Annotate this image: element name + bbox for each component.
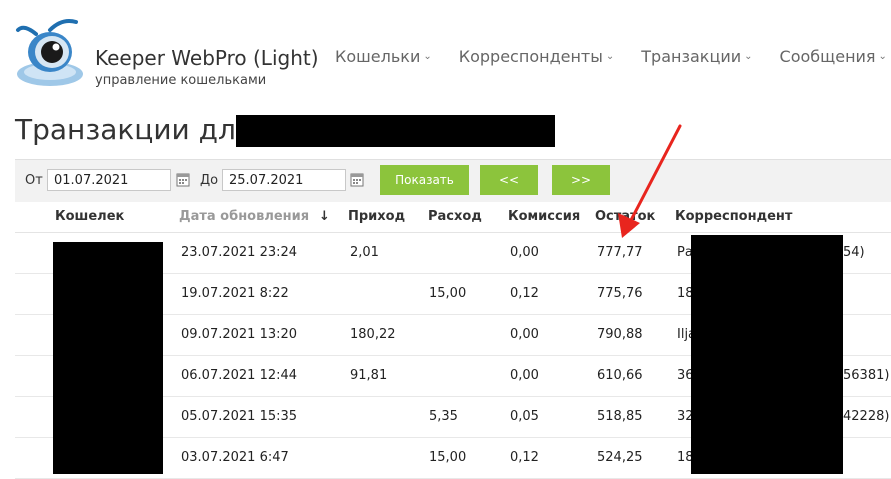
nav-transactions[interactable]: Транзакции ⌄: [641, 47, 752, 66]
cell-balance: 524,25: [597, 450, 643, 465]
prev-period-button[interactable]: <<: [480, 165, 538, 195]
cell-date: 05.07.2021 15:35: [181, 409, 298, 424]
cell-correspondent-suffix: 56381): [843, 368, 890, 383]
redacted-wallet-name: [236, 115, 555, 147]
calendar-icon[interactable]: [350, 172, 364, 187]
app-title[interactable]: Keeper WebPro (Light): [95, 46, 319, 70]
filter-bar: От 01.07.2021 До 25.07.2021 Показать << …: [15, 159, 891, 202]
cell-fee: 0,00: [510, 327, 539, 342]
redacted-wallet-column: [53, 242, 163, 474]
col-correspondent[interactable]: Корреспондент: [675, 209, 792, 224]
keeper-logo-icon: [16, 19, 83, 86]
nav-messages[interactable]: Сообщения ⌄: [780, 47, 887, 66]
to-date-input[interactable]: 25.07.2021: [222, 169, 346, 191]
chevron-down-icon: ⌄: [744, 51, 753, 62]
cell-date: 03.07.2021 6:47: [181, 450, 289, 465]
cell-date: 09.07.2021 13:20: [181, 327, 298, 342]
cell-date: 23.07.2021 23:24: [181, 245, 298, 260]
cell-fee: 0,00: [510, 245, 539, 260]
cell-balance: 790,88: [597, 327, 643, 342]
cell-fee: 0,00: [510, 368, 539, 383]
nav-correspondents[interactable]: Корреспонденты ⌄: [459, 47, 615, 66]
chevron-down-icon: ⌄: [423, 51, 432, 62]
chevron-down-icon: ⌄: [605, 51, 615, 62]
next-period-button[interactable]: >>: [552, 165, 610, 195]
from-date-input[interactable]: 01.07.2021: [47, 169, 171, 191]
cell-fee: 0,05: [510, 409, 539, 424]
nav-wallets[interactable]: Кошельки ⌄: [335, 47, 432, 66]
main-nav: Кошельки ⌄ Корреспонденты ⌄ Транзакции ⌄…: [335, 47, 891, 66]
cell-income: 91,81: [350, 368, 388, 383]
col-fee[interactable]: Комиссия: [508, 209, 580, 224]
nav-correspondents-label: Корреспонденты: [458, 47, 603, 66]
cell-balance: 518,85: [597, 409, 643, 424]
from-label: От: [25, 173, 43, 188]
col-updated[interactable]: Дата обновления: [179, 209, 309, 224]
app-subtitle: управление кошельками: [95, 73, 267, 88]
cell-expense: 15,00: [429, 450, 467, 465]
redacted-correspondent-column: [691, 235, 843, 474]
col-wallet[interactable]: Кошелек: [55, 209, 124, 224]
table-header: Кошелек Дата обновления ↓ Приход Расход …: [15, 202, 891, 233]
col-expense[interactable]: Расход: [428, 209, 482, 224]
nav-messages-label: Сообщения: [779, 47, 876, 66]
cell-balance: 777,77: [597, 245, 643, 260]
nav-transactions-label: Транзакции: [641, 47, 742, 66]
cell-balance: 610,66: [597, 368, 643, 383]
chevron-down-icon: ⌄: [878, 51, 887, 62]
cell-date: 19.07.2021 8:22: [181, 286, 289, 301]
cell-fee: 0,12: [510, 286, 539, 301]
show-button[interactable]: Показать: [380, 165, 469, 195]
sort-desc-icon: ↓: [319, 209, 330, 224]
cell-correspondent-suffix: 42228): [843, 409, 890, 424]
cell-correspondent-suffix: 54): [843, 245, 865, 260]
nav-wallets-label: Кошельки: [335, 47, 421, 66]
cell-date: 06.07.2021 12:44: [181, 368, 298, 383]
calendar-icon[interactable]: [176, 172, 190, 187]
cell-income: 2,01: [350, 245, 379, 260]
cell-expense: 15,00: [429, 286, 467, 301]
page-title: Транзакции для: [15, 113, 253, 146]
cell-fee: 0,12: [510, 450, 539, 465]
cell-income: 180,22: [350, 327, 396, 342]
col-balance[interactable]: Остаток: [595, 209, 655, 224]
to-label: До: [200, 173, 219, 188]
cell-expense: 5,35: [429, 409, 458, 424]
col-income[interactable]: Приход: [348, 209, 405, 224]
cell-balance: 775,76: [597, 286, 643, 301]
